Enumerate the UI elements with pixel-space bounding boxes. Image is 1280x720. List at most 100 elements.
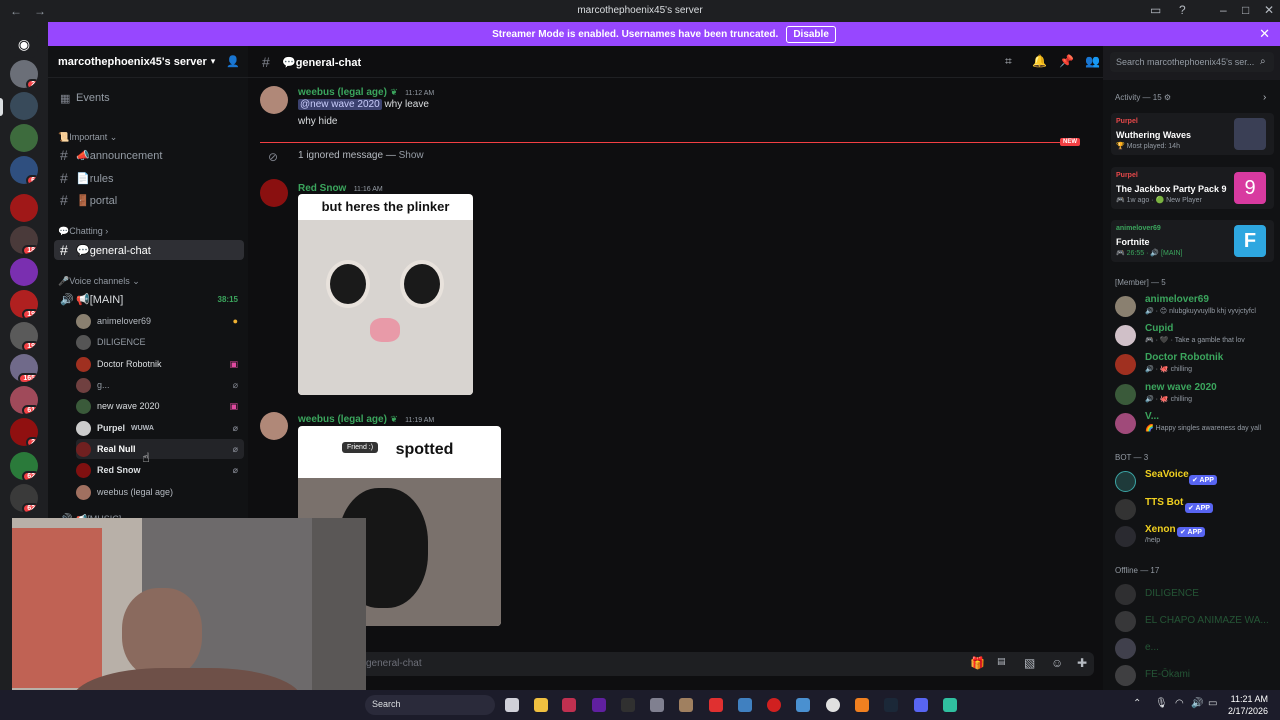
server-icon[interactable]: 2: [10, 418, 38, 446]
category-important[interactable]: 📜Important ⌄: [58, 132, 117, 143]
category-chatting[interactable]: 💬Chatting ›: [58, 226, 108, 237]
events-item[interactable]: ▦ Events: [54, 88, 244, 108]
member-item[interactable]: e...: [1115, 636, 1275, 662]
activity-card[interactable]: animelover69 Fortnite 🎮 26:55 · 🔊 [MAIN]…: [1111, 220, 1274, 262]
inbox-icon[interactable]: ▭: [1150, 3, 1161, 17]
server-icon[interactable]: 61: [10, 386, 38, 414]
voice-user[interactable]: Real Null ⌀: [76, 439, 244, 459]
channel-rules[interactable]: # 📄rules: [54, 168, 244, 188]
category-voice[interactable]: 🎤Voice channels ⌄: [58, 276, 140, 287]
voice-user[interactable]: new wave 2020 ▣: [76, 396, 244, 416]
server-icon[interactable]: 62: [10, 484, 38, 512]
avatar[interactable]: [260, 86, 288, 114]
username[interactable]: weebus (legal age): [298, 414, 387, 425]
chevron-right-icon[interactable]: ›: [1263, 92, 1266, 103]
record-icon[interactable]: [767, 698, 781, 712]
voice-user[interactable]: Doctor Robotnik ▣: [76, 354, 244, 374]
show-link[interactable]: Show: [399, 150, 424, 161]
chevron-up-icon[interactable]: ⌃: [1133, 698, 1141, 709]
server-icon[interactable]: 19: [10, 290, 38, 318]
microphone-icon[interactable]: 🎙: [1155, 698, 1168, 709]
server-icon[interactable]: 6: [10, 156, 38, 184]
voice-user[interactable]: weebus (legal age): [76, 482, 244, 502]
add-member-icon[interactable]: 👤: [226, 55, 240, 68]
voice-channel-main[interactable]: 🔊 📢[MAIN] 38:15: [54, 289, 244, 309]
discord-home-icon[interactable]: ◉: [10, 30, 38, 58]
app-icon[interactable]: [738, 698, 752, 712]
app-icon[interactable]: [709, 698, 723, 712]
emoji-icon[interactable]: ☺: [1051, 656, 1063, 670]
message-input[interactable]: general-chat 🎁 ▤ ▧ ☺ ✚: [260, 652, 1094, 676]
clock-time[interactable]: 11:21 AM: [1228, 694, 1268, 704]
app-icon[interactable]: [592, 698, 606, 712]
member-list-icon[interactable]: 👥: [1085, 54, 1100, 68]
close-button[interactable]: ✕: [1264, 3, 1274, 17]
close-banner-icon[interactable]: ✕: [1259, 26, 1270, 42]
activity-card[interactable]: Purpel Wuthering Waves 🏆 Most played: 14…: [1111, 113, 1274, 155]
search-input[interactable]: Search marcothephoenix45's ser...: [1110, 52, 1274, 72]
image-attachment[interactable]: but heres the plinker: [298, 194, 473, 395]
sticker-icon[interactable]: ▧: [1024, 656, 1035, 670]
voice-user[interactable]: Purpel WUWA ⌀: [76, 418, 244, 438]
wifi-icon[interactable]: ◠: [1175, 698, 1184, 709]
member-item[interactable]: Cupid 🎮 · 🖤 · Take a gamble that lov: [1115, 323, 1275, 349]
battery-icon[interactable]: ▭: [1208, 698, 1217, 709]
voice-user[interactable]: g... ⌀: [76, 375, 244, 395]
app-icon[interactable]: [796, 698, 810, 712]
member-item[interactable]: EL CHAPO ANIMAZE WA...: [1115, 609, 1275, 635]
mention[interactable]: @new wave 2020: [298, 99, 382, 110]
app-icon[interactable]: [943, 698, 957, 712]
channel-portal[interactable]: # 🚪portal: [54, 190, 244, 210]
taskbar-search[interactable]: Search: [365, 695, 495, 715]
bell-icon[interactable]: 🔔: [1032, 54, 1047, 68]
member-item[interactable]: DILIGENCE: [1115, 582, 1275, 608]
volume-icon[interactable]: 🔊: [1191, 698, 1203, 709]
channel-general-chat[interactable]: # 💬general-chat: [54, 240, 244, 260]
voice-user[interactable]: DILIGENCE: [76, 332, 244, 352]
task-view-icon[interactable]: [505, 698, 519, 712]
pin-icon[interactable]: 📌: [1059, 54, 1074, 68]
server-icon[interactable]: 18: [10, 226, 38, 254]
app-icon[interactable]: [650, 698, 664, 712]
username[interactable]: Red Snow: [298, 183, 346, 194]
activity-user: Purpel: [1116, 172, 1138, 179]
username[interactable]: weebus (legal age): [298, 87, 387, 98]
clock-date[interactable]: 2/17/2026: [1228, 706, 1268, 716]
steam-icon[interactable]: [884, 698, 898, 712]
server-header[interactable]: marcothephoenix45's server ▾ 👤: [48, 46, 248, 78]
threads-icon[interactable]: ⌗: [1005, 54, 1012, 69]
maximize-button[interactable]: □: [1242, 3, 1249, 17]
gif-icon[interactable]: ▤: [997, 656, 1006, 667]
media-player-icon[interactable]: [826, 698, 840, 712]
minimize-button[interactable]: –: [1220, 3, 1227, 17]
vlc-icon[interactable]: [855, 698, 869, 712]
avatar[interactable]: [260, 412, 288, 440]
disable-button[interactable]: Disable: [786, 25, 836, 43]
server-icon[interactable]: 2: [10, 60, 38, 88]
channel-announcement[interactable]: # 📣announcement: [54, 145, 244, 165]
file-explorer-icon[interactable]: [534, 698, 548, 712]
voice-user[interactable]: animelover69 ●: [76, 311, 244, 331]
server-icon[interactable]: 62: [10, 452, 38, 480]
server-icon[interactable]: [10, 124, 38, 152]
avatar[interactable]: [260, 179, 288, 207]
member-item[interactable]: V... 🌈 Happy singles awareness day yall: [1115, 411, 1275, 437]
member-item[interactable]: Doctor Robotnik 🔊 · 🐙 chilling: [1115, 352, 1275, 378]
store-icon[interactable]: [562, 698, 576, 712]
server-icon[interactable]: 165: [10, 354, 38, 382]
member-item[interactable]: FE-Ōkami: [1115, 663, 1275, 689]
app-icon[interactable]: [621, 698, 635, 712]
server-icon[interactable]: 19: [10, 322, 38, 350]
server-icon[interactable]: [10, 194, 38, 222]
help-icon[interactable]: ?: [1179, 3, 1186, 17]
activity-card[interactable]: Purpel The Jackbox Party Pack 9 🎮 1w ago…: [1111, 167, 1274, 209]
server-icon[interactable]: [10, 92, 38, 120]
member-item[interactable]: animelover69 🔊 · 😊 nlubgkuyvuyllb khj vyv…: [1115, 294, 1275, 320]
app-icon[interactable]: [679, 698, 693, 712]
apps-icon[interactable]: ✚: [1077, 656, 1087, 670]
server-icon[interactable]: [10, 258, 38, 286]
member-item[interactable]: new wave 2020 🔊 · 🐙 chilling: [1115, 382, 1275, 408]
voice-user[interactable]: Red Snow ⌀: [76, 460, 244, 480]
gift-icon[interactable]: 🎁: [970, 656, 985, 670]
discord-icon[interactable]: [914, 698, 928, 712]
